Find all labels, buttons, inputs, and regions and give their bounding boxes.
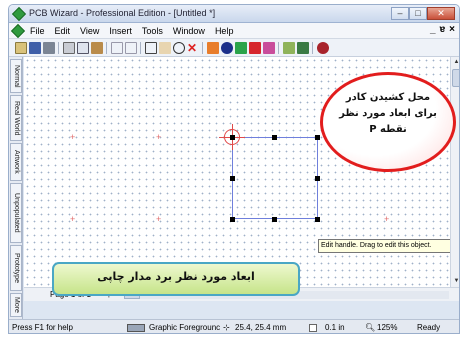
tab-real-world[interactable]: Real World: [10, 95, 22, 141]
red-fill-icon[interactable]: [249, 42, 261, 54]
menu-bar: File Edit View Insert Tools Window Help …: [9, 23, 459, 39]
cut-icon[interactable]: [63, 42, 75, 54]
vertical-scroll-thumb[interactable]: [452, 69, 459, 87]
zoom-icon[interactable]: [173, 42, 185, 54]
pan-icon[interactable]: [159, 42, 171, 54]
copy-icon[interactable]: [77, 42, 89, 54]
track-icon[interactable]: [207, 42, 219, 54]
magnifier-icon: 🔍︎: [365, 323, 376, 332]
status-layer: Graphic Foregrounc: [149, 323, 221, 332]
tab-artwork[interactable]: Artwork: [10, 143, 22, 181]
toolbar-separator: [58, 42, 59, 54]
toolbar-separator: [106, 42, 107, 54]
edit-handle[interactable]: [230, 176, 235, 181]
minimize-button[interactable]: –: [391, 7, 409, 20]
menu-view[interactable]: View: [79, 25, 100, 37]
menu-insert[interactable]: Insert: [108, 25, 133, 37]
bubble-line: محل کشیدن کادر: [345, 92, 431, 103]
component-icon[interactable]: [283, 42, 295, 54]
grid-marker: +: [70, 132, 76, 142]
green-fill-icon[interactable]: [235, 42, 247, 54]
grid-marker: +: [384, 214, 390, 224]
status-coordinates: 25.4, 25.4 mm: [235, 323, 287, 332]
tab-prototype[interactable]: Prototype: [10, 245, 22, 291]
edit-handle[interactable]: [272, 217, 277, 222]
tab-unpopulated[interactable]: Unpopulated: [10, 183, 22, 243]
edit-handle[interactable]: [315, 217, 320, 222]
menu-file[interactable]: File: [29, 25, 46, 37]
window-title: PCB Wizard - Professional Edition - [Unt…: [29, 8, 216, 18]
vertical-scrollbar[interactable]: ▲ ▼: [450, 57, 459, 287]
new-icon[interactable]: [15, 42, 27, 54]
toolbar-separator: [202, 42, 203, 54]
doc-close-button[interactable]: ×: [449, 24, 455, 35]
status-grid: 0.1 in: [325, 323, 345, 332]
menu-window[interactable]: Window: [172, 25, 206, 37]
doc-restore-button[interactable]: ɐ: [440, 24, 446, 35]
edit-handle[interactable]: [272, 135, 277, 140]
status-bar: Press F1 for help Graphic Foregrounc ⊹ 2…: [9, 319, 459, 333]
tab-normal[interactable]: Normal: [10, 59, 22, 93]
status-zoom: 125%: [377, 323, 398, 332]
edit-handle[interactable]: [315, 176, 320, 181]
layer-color-icon: [127, 324, 145, 332]
toolbar: ✕: [9, 39, 459, 57]
pad-icon[interactable]: [221, 42, 233, 54]
pcb-board-outline[interactable]: [232, 137, 318, 219]
undo-icon[interactable]: [111, 42, 123, 54]
annotation-callout-text: ابعاد مورد نظر برد مدار چاپی: [97, 270, 255, 283]
redo-icon[interactable]: [125, 42, 137, 54]
paste-icon[interactable]: [91, 42, 103, 54]
pcb-wizard-app-icon: [11, 6, 27, 22]
select-icon[interactable]: [145, 42, 157, 54]
bubble-line: برای ابعاد مورد نظر: [339, 108, 437, 119]
edit-handle-tooltip: Edit handle. Drag to edit this object.: [318, 239, 450, 253]
grid-marker: +: [70, 214, 76, 224]
menu-tools[interactable]: Tools: [141, 25, 164, 37]
view-tabs-sidebar: Normal Real World Artwork Unpopulated Pr…: [9, 57, 23, 319]
edit-handle[interactable]: [315, 135, 320, 140]
document-icon[interactable]: [10, 23, 26, 39]
delete-icon[interactable]: ✕: [187, 42, 199, 54]
status-help-text: Press F1 for help: [12, 323, 73, 332]
menu-help[interactable]: Help: [214, 25, 235, 37]
edit-handle[interactable]: [230, 135, 235, 140]
annotation-bubble-text: محل کشیدن کادر برای ابعاد مورد نظر نقطه …: [332, 90, 444, 138]
bubble-line: نقطه P: [369, 124, 407, 135]
print-icon[interactable]: [43, 42, 55, 54]
grid-icon: [309, 324, 317, 332]
cursor-icon: ⊹: [223, 323, 230, 332]
tab-more[interactable]: More: [10, 293, 22, 317]
text-icon[interactable]: [263, 42, 275, 54]
toolbar-separator: [312, 42, 313, 54]
status-state: Ready: [417, 323, 441, 332]
title-bar[interactable]: PCB Wizard - Professional Edition - [Unt…: [9, 5, 459, 23]
ratsnest-icon[interactable]: [297, 42, 309, 54]
toolbar-separator: [140, 42, 141, 54]
grid-marker: +: [156, 132, 162, 142]
maximize-button[interactable]: □: [409, 7, 427, 20]
menu-edit[interactable]: Edit: [54, 25, 72, 37]
toolbar-separator: [278, 42, 279, 54]
scroll-up-icon[interactable]: ▲: [452, 58, 459, 67]
scroll-down-icon[interactable]: ▼: [452, 277, 459, 286]
edit-handle[interactable]: [230, 217, 235, 222]
save-icon[interactable]: [29, 42, 41, 54]
options-icon[interactable]: [317, 42, 329, 54]
close-button[interactable]: ✕: [427, 7, 455, 20]
grid-marker: +: [156, 214, 162, 224]
doc-minimize-button[interactable]: _: [430, 24, 436, 35]
